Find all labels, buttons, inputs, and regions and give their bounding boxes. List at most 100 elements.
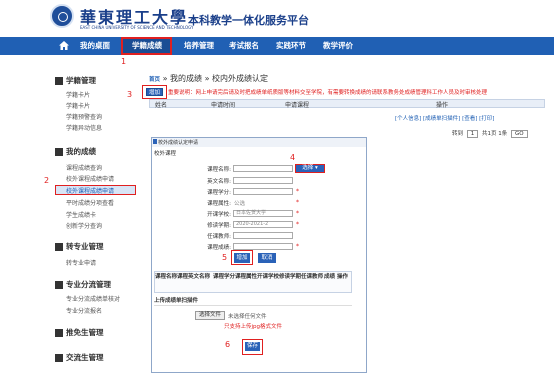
nav-academic-grades[interactable]: 学籍成绩 (132, 37, 162, 55)
breadcrumb: 首页 » 我的成绩 » 校内外成绩认定 (149, 73, 268, 84)
file-format-hint: 只支持上传jpg格式文件 (224, 324, 283, 330)
school-input[interactable]: 日本佐贺大学 (233, 210, 293, 217)
teacher-label: 任课教师: (207, 234, 231, 240)
bullet-icon (55, 243, 63, 251)
credit-label: 课程学分: (207, 190, 231, 196)
sidebar-group-exchange[interactable]: 交流生管理 (66, 352, 104, 363)
no-file-chosen-text: 未选择任何文件 (228, 314, 267, 320)
required-mark: * (296, 188, 299, 195)
sidebar-item[interactable]: 平时成绩分项查看 (66, 198, 114, 207)
pagination: 转到 1 共1页 1条 GO (452, 129, 530, 138)
select-course-button[interactable]: 选择 ▾ (295, 164, 325, 173)
site-title: 本科教学一体化服务平台 (188, 14, 309, 27)
semester-label: 修读学期: (207, 223, 231, 229)
column-header-course: 申请课程 (285, 102, 310, 109)
breadcrumb-current: 校内外成绩认定 (212, 74, 269, 83)
sidebar-group-major-transfer[interactable]: 转专业管理 (66, 241, 104, 252)
sidebar-item[interactable]: 学籍卡片 (66, 90, 90, 99)
nav-training[interactable]: 培养管理 (184, 37, 214, 55)
nav-practice[interactable]: 实践环节 (276, 37, 306, 55)
dt-header-english-name: 课程英文名称 (177, 274, 211, 280)
dialog-add-button[interactable]: 增加 (234, 253, 250, 263)
teacher-input[interactable] (233, 232, 293, 239)
dt-header-grade: 成绩 (324, 274, 336, 280)
dt-header-teacher: 任课教师 (301, 274, 324, 280)
sidebar-item[interactable]: 学生成绩卡 (66, 210, 96, 219)
breadcrumb-my-grades[interactable]: 我的成绩 (170, 74, 202, 83)
dt-header-actions: 操作 (337, 274, 349, 280)
english-name-label: 英文名称: (207, 179, 231, 185)
step-label-2: 2 (44, 176, 50, 185)
sidebar-item[interactable]: 学籍异动信息 (66, 123, 102, 132)
column-header-apply-time: 申请时间 (211, 102, 236, 109)
bullet-icon (55, 329, 63, 337)
required-mark: * (296, 199, 299, 206)
important-notice: 重要说明：网上申请完后请及时把成绩单纸质版等材料交至学院，有需要转换成绩的请联系… (168, 90, 488, 96)
step-label-3: 3 (127, 90, 133, 99)
breadcrumb-home[interactable]: 首页 (149, 77, 160, 83)
sidebar-item[interactable]: 转专业申请 (66, 258, 96, 267)
university-logo-english: EAST CHINA UNIVERSITY OF SCIENCE AND TEC… (80, 25, 194, 30)
sidebar-item[interactable]: 学籍预警查询 (66, 112, 102, 121)
add-button[interactable]: 增加 (146, 88, 163, 96)
bullet-icon (55, 148, 63, 156)
grade-input[interactable] (233, 243, 293, 250)
records-table-header (149, 99, 545, 108)
step-label-5: 5 (222, 253, 228, 262)
required-mark: * (296, 210, 299, 217)
sidebar-item[interactable]: 课程成绩查询 (66, 163, 102, 172)
sidebar-item[interactable]: 专业分流报名 (66, 306, 102, 315)
required-mark: * (296, 243, 299, 250)
pager-go-button[interactable]: GO (511, 130, 528, 138)
step-label-6: 6 (225, 340, 231, 349)
school-label: 开课学校: (207, 212, 231, 218)
select-button-label: 选择 (302, 165, 314, 171)
dt-header-attribute: 课程属性 (235, 274, 258, 280)
upload-scan-label: 上传成绩单扫描件 (154, 298, 199, 304)
credit-input[interactable] (233, 188, 293, 195)
bullet-icon (55, 281, 63, 289)
pager-goto-label: 转到 (452, 131, 464, 137)
sidebar-group-my-grades[interactable]: 我的成绩 (66, 146, 96, 157)
bullet-icon (55, 354, 63, 362)
row-action-links[interactable]: [个人信息] [成绩单扫描件] [查看] [打印] (395, 114, 494, 122)
step-label-4: 4 (290, 153, 296, 162)
sidebar-item[interactable]: 校外课程成绩申请 (66, 174, 114, 183)
semester-input[interactable]: 2020-2021-2 (233, 221, 293, 228)
sidebar-item[interactable]: 学籍卡片 (66, 101, 90, 110)
course-attribute-label: 课程属性: (207, 201, 231, 207)
dialog-app-icon (153, 139, 157, 144)
page-number-input[interactable]: 1 (466, 130, 479, 138)
sidebar-item[interactable]: 专业分流成绩单核对 (66, 294, 120, 303)
dt-header-course-name: 课程名称 (155, 274, 178, 280)
dt-header-credit: 课程学分 (213, 274, 236, 280)
nav-teaching-eval[interactable]: 教学评价 (323, 37, 353, 55)
dialog-title: 校外成绩认定申请 (158, 140, 199, 146)
grade-label: 课程成绩: (207, 245, 231, 251)
course-name-label: 课程名称: (207, 167, 231, 173)
sidebar-group-major-split[interactable]: 专业分流管理 (66, 279, 111, 290)
course-attribute-select[interactable]: 公选 (234, 199, 245, 207)
course-name-input[interactable] (233, 165, 293, 172)
english-name-input[interactable] (233, 177, 293, 184)
choose-file-button[interactable]: 选择文件 (195, 311, 225, 320)
nav-my-desktop[interactable]: 我的桌面 (80, 37, 110, 55)
nav-exam-registration[interactable]: 考试报名 (229, 37, 259, 55)
dialog-cancel-button[interactable]: 取消 (258, 253, 276, 263)
column-header-actions: 操作 (436, 102, 449, 109)
required-mark: * (296, 221, 299, 228)
sidebar-group-status[interactable]: 学籍管理 (66, 75, 96, 86)
sidebar-item-outside-grade-apply[interactable]: 校外课程成绩申请 (66, 186, 114, 195)
upload-area (154, 305, 352, 335)
breadcrumb-separator: » (204, 74, 210, 83)
bullet-icon (55, 77, 63, 85)
pager-summary: 共1页 1条 (482, 131, 508, 137)
university-seal-icon (50, 4, 74, 28)
breadcrumb-separator: » (162, 74, 168, 83)
column-header-name: 姓名 (155, 102, 168, 109)
dt-header-semester: 修读学期 (279, 274, 302, 280)
home-icon (59, 41, 69, 50)
sidebar-item[interactable]: 创新学分查询 (66, 221, 102, 230)
save-button[interactable]: 保存 (245, 342, 260, 351)
sidebar-group-recommendation[interactable]: 推免生管理 (66, 327, 104, 338)
